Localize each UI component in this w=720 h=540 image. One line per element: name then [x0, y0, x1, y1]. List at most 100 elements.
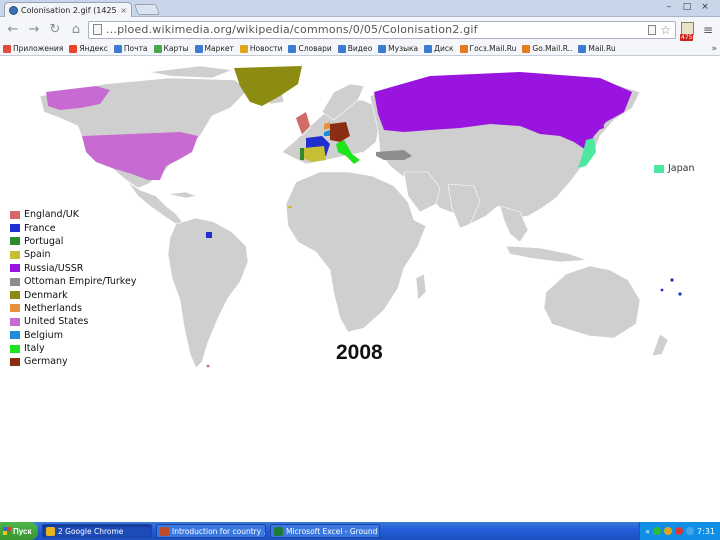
pacific-island-marker	[678, 292, 682, 296]
minimize-button[interactable]: –	[660, 0, 678, 14]
bookmark-item[interactable]: Маркет	[194, 44, 234, 53]
bookmark-favicon-icon	[378, 44, 387, 53]
image-viewport: England/UK France Portugal Spain Russia/USSR…	[0, 56, 720, 522]
tray-app-icon[interactable]	[653, 527, 662, 535]
bookmark-star-icon[interactable]: ☆	[660, 23, 671, 37]
legend-swatch	[10, 357, 20, 366]
legend-item: France	[10, 221, 136, 234]
legend-label: France	[24, 222, 56, 234]
africa-landmass	[285, 171, 427, 333]
bookmark-favicon-icon	[113, 44, 122, 53]
tray-app-icon[interactable]	[664, 527, 673, 535]
bookmark-item[interactable]: Приложения	[3, 44, 63, 53]
south-america-landmass	[167, 217, 249, 369]
tab-close-icon[interactable]: ×	[120, 6, 127, 15]
taskbar-task-button[interactable]: Introduction for country ..	[156, 524, 266, 538]
bookmark-label: Диск	[434, 44, 454, 53]
legend-swatch	[10, 264, 20, 273]
legend-item: Russia/USSR	[10, 262, 136, 275]
bookmark-item[interactable]: Почта	[113, 44, 148, 53]
pacific-island-marker	[670, 278, 674, 282]
legend-swatch	[10, 317, 20, 326]
url-text[interactable]: ...ploed.wikimedia.org/wikipedia/commons…	[106, 23, 644, 36]
start-label: Пуск	[13, 526, 32, 536]
forward-button[interactable]: →	[25, 21, 43, 39]
bookmark-favicon-icon	[522, 44, 531, 53]
canadian-arctic	[149, 65, 233, 79]
legend-item: Germany	[10, 355, 136, 368]
bookmark-label: Mail.Ru	[588, 44, 616, 53]
extension-badge-count: 475	[680, 33, 694, 41]
bookmark-item[interactable]: Яндекс	[69, 44, 108, 53]
bookmark-label: Маркет	[204, 44, 234, 53]
legend-item: Italy	[10, 342, 136, 355]
legend-swatch	[10, 237, 20, 246]
clock[interactable]: 7:31	[697, 527, 715, 536]
tray-app-icon[interactable]	[686, 527, 695, 535]
reload-button[interactable]: ↻	[46, 21, 64, 39]
browser-tab[interactable]: Colonisation 2.gif (1425×625) ×	[4, 2, 132, 17]
japan-swatch	[654, 164, 664, 173]
bookmark-favicon-icon	[288, 44, 297, 53]
bookmark-favicon-icon	[69, 44, 78, 53]
legend-swatch	[10, 344, 20, 353]
extension-button[interactable]: 475	[679, 21, 697, 41]
bookmark-favicon-icon	[337, 44, 346, 53]
greenland-denmark	[234, 66, 302, 106]
legend-swatch	[10, 224, 20, 233]
legend-label: Ottoman Empire/Turkey	[24, 276, 137, 288]
bookmarks-overflow-button[interactable]: »	[711, 44, 717, 54]
australia-landmass	[543, 265, 641, 339]
system-tray: « 7:31	[639, 522, 720, 540]
bookmark-item[interactable]: Новости	[239, 44, 282, 53]
tab-strip: Colonisation 2.gif (1425×625) × – □ ×	[0, 0, 720, 17]
browser-toolbar: ← → ↻ ⌂ ...ploed.wikimedia.org/wikipedia…	[0, 17, 720, 42]
bookmark-label: Словари	[298, 44, 332, 53]
task-label: 2 Google Chrome	[58, 526, 124, 536]
bookmark-favicon-icon	[239, 44, 248, 53]
app-icon	[160, 526, 169, 536]
legend-label: Italy	[24, 343, 45, 355]
japan-label: Japan	[668, 163, 695, 174]
usa-territory	[82, 132, 198, 180]
legend-swatch	[10, 250, 20, 259]
bookmark-item[interactable]: Mail.Ru	[578, 44, 616, 53]
address-bar[interactable]: ...ploed.wikimedia.org/wikipedia/commons…	[88, 20, 676, 39]
legend-item: Denmark	[10, 288, 136, 301]
back-button[interactable]: ←	[4, 21, 22, 39]
caribbean-uk-dots	[288, 206, 292, 208]
bookmark-item[interactable]: Музыка	[378, 44, 418, 53]
french-guiana	[206, 232, 212, 238]
home-button[interactable]: ⌂	[67, 21, 85, 39]
page-info-icon[interactable]	[648, 24, 657, 35]
bookmark-item[interactable]: Go.Mail.R..	[522, 44, 572, 53]
taskbar-task-button[interactable]: 2 Google Chrome	[42, 524, 152, 538]
bookmark-item[interactable]: Диск	[424, 44, 454, 53]
legend-swatch	[10, 277, 20, 286]
bookmark-item[interactable]: Госз.Mail.Ru	[459, 44, 516, 53]
bookmark-label: Яндекс	[79, 44, 108, 53]
bookmark-item[interactable]: Словари	[288, 44, 332, 53]
tray-expand-icon[interactable]: «	[645, 527, 650, 536]
bookmark-item[interactable]: Карты	[153, 44, 189, 53]
chrome-menu-icon[interactable]: ≡	[700, 23, 716, 37]
year-label: 2008	[336, 341, 383, 364]
bookmark-label: Приложения	[13, 44, 64, 53]
bookmark-favicon-icon	[153, 44, 162, 53]
bookmark-item[interactable]: Видео	[337, 44, 372, 53]
taskbar-task-button[interactable]: Microsoft Excel - Ground	[270, 524, 380, 538]
close-window-button[interactable]: ×	[696, 0, 714, 14]
portugal-territory	[300, 148, 304, 160]
new-tab-button[interactable]	[133, 4, 161, 15]
bookmarks-bar: Приложения Яндекс Почта Карты Маркет Новости С…	[0, 42, 720, 56]
start-button[interactable]: Пуск	[0, 522, 38, 540]
legend-label: Portugal	[24, 235, 64, 247]
maximize-button[interactable]: □	[678, 0, 696, 14]
task-label: Microsoft Excel - Ground	[286, 526, 378, 536]
legend-item: England/UK	[10, 208, 136, 221]
madagascar	[415, 273, 427, 301]
legend-label: Russia/USSR	[24, 262, 84, 274]
bookmark-favicon-icon	[194, 44, 203, 53]
extension-icon	[681, 21, 694, 35]
tray-app-icon[interactable]	[675, 527, 684, 535]
